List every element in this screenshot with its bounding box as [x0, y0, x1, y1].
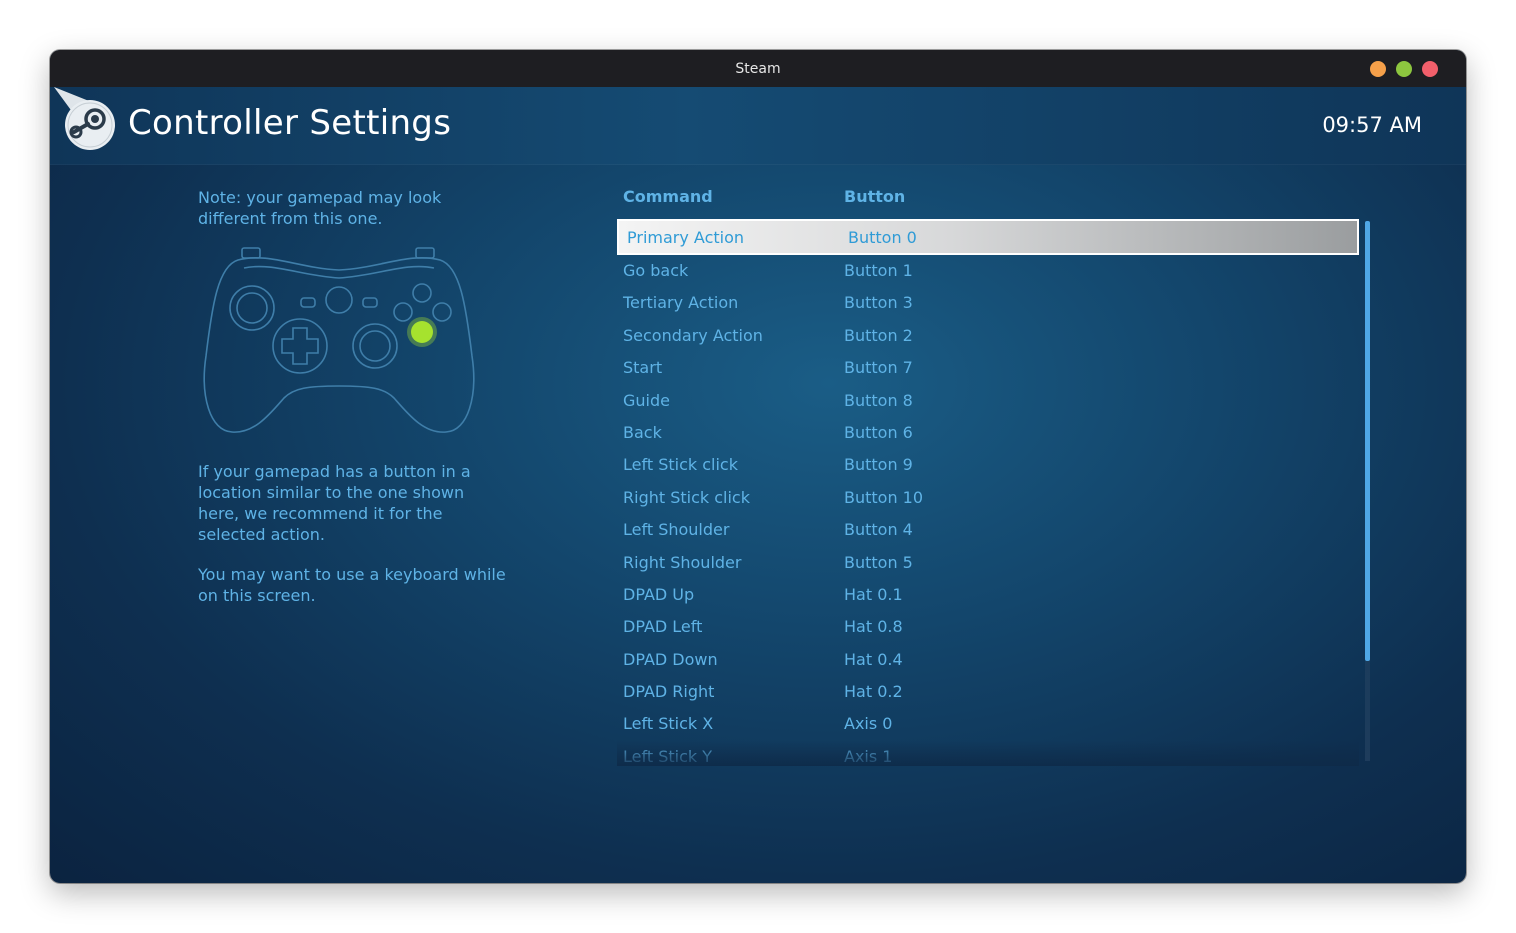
gamepad-outline-icon [203, 247, 475, 433]
button-binding: Hat 0.4 [844, 649, 903, 669]
button-binding: Button 10 [844, 487, 924, 507]
button-binding: Axis 0 [844, 714, 893, 734]
button-binding: Button 6 [844, 422, 913, 442]
command-label: Left Stick X [623, 714, 714, 734]
column-header-command: Command [623, 187, 713, 206]
steam-window: Steam Controller Settings 09:57 AM Note:… [50, 50, 1466, 883]
mapping-row[interactable]: Left Stick Y Axis 1 [617, 741, 1359, 764]
command-label: Right Stick click [623, 487, 750, 507]
window-controls [1370, 61, 1438, 77]
command-label: DPAD Down [623, 649, 718, 669]
command-label: Left Shoulder [623, 520, 730, 540]
command-label: Left Stick Y [623, 746, 712, 764]
mapping-row[interactable]: DPAD Left Hat 0.8 [617, 611, 1359, 643]
mapping-row[interactable]: Start Button 7 [617, 352, 1359, 384]
command-label: Guide [623, 390, 670, 410]
minimize-button[interactable] [1370, 61, 1386, 77]
gamepad-note: Note: your gamepad may look different fr… [198, 188, 442, 228]
scrollbar-thumb[interactable] [1365, 221, 1370, 661]
button-binding: Hat 0.8 [844, 617, 903, 637]
command-label: Go back [623, 261, 689, 280]
command-label: Start [623, 358, 663, 378]
command-label: Left Stick click [623, 455, 738, 475]
mapping-row[interactable]: DPAD Down Hat 0.4 [617, 644, 1359, 676]
command-label: DPAD Right [623, 682, 715, 702]
column-header-button: Button [844, 187, 906, 206]
mapping-row[interactable]: DPAD Right Hat 0.2 [617, 676, 1359, 708]
clock: 09:57 AM [1322, 113, 1422, 137]
button-binding: Button 0 [848, 228, 917, 247]
mapping-row[interactable]: Go back Button 1 [617, 255, 1359, 287]
page-title: Controller Settings [128, 103, 452, 143]
button-binding: Axis 1 [844, 746, 893, 764]
command-label: Secondary Action [623, 325, 763, 345]
button-binding: Hat 0.2 [844, 682, 903, 702]
command-label: Back [623, 422, 662, 442]
button-binding: Hat 0.1 [844, 584, 903, 604]
command-label: Primary Action [627, 228, 745, 247]
button-binding: Button 2 [844, 325, 913, 345]
close-button[interactable] [1422, 61, 1438, 77]
page-header: Controller Settings 09:57 AM [50, 87, 1466, 165]
button-binding: Button 8 [844, 390, 913, 410]
button-binding: Button 1 [844, 261, 913, 280]
window-title: Steam [735, 60, 781, 77]
mapping-row[interactable]: Left Stick X Axis 0 [617, 708, 1359, 740]
mapping-row[interactable]: Tertiary Action Button 3 [617, 287, 1359, 319]
command-label: Tertiary Action [623, 293, 739, 313]
mapping-row[interactable]: DPAD Up Hat 0.1 [617, 579, 1359, 611]
recommend-text: If your gamepad has a button in a locati… [198, 462, 471, 544]
mapping-row[interactable]: Right Stick click Button 10 [617, 482, 1359, 514]
mapping-row[interactable]: Back Button 6 [617, 417, 1359, 449]
button-binding: Button 4 [844, 520, 913, 540]
mapping-row[interactable]: Guide Button 8 [617, 385, 1359, 417]
mapping-row[interactable]: Right Shoulder Button 5 [617, 547, 1359, 579]
command-label: Right Shoulder [623, 552, 742, 572]
command-label: DPAD Up [623, 584, 695, 604]
mapping-list[interactable]: Primary Action Button 0 Go back Button 1 Ter… [617, 219, 1359, 764]
maximize-button[interactable] [1396, 61, 1412, 77]
button-binding: Button 9 [844, 455, 913, 475]
mapping-row-selected[interactable]: Primary Action Button 0 [617, 219, 1359, 255]
keyboard-tip: You may want to use a keyboard while on … [198, 565, 506, 605]
mapping-row[interactable]: Secondary Action Button 2 [617, 320, 1359, 352]
mapping-row[interactable]: Left Shoulder Button 4 [617, 514, 1359, 546]
button-binding: Button 3 [844, 293, 913, 313]
command-label: DPAD Left [623, 617, 703, 637]
mapping-row[interactable]: Left Stick click Button 9 [617, 449, 1359, 481]
button-binding: Button 7 [844, 358, 913, 378]
steam-logo-icon [54, 87, 115, 150]
title-bar: Steam [50, 50, 1466, 87]
highlighted-button [411, 321, 433, 343]
button-binding: Button 5 [844, 552, 913, 572]
